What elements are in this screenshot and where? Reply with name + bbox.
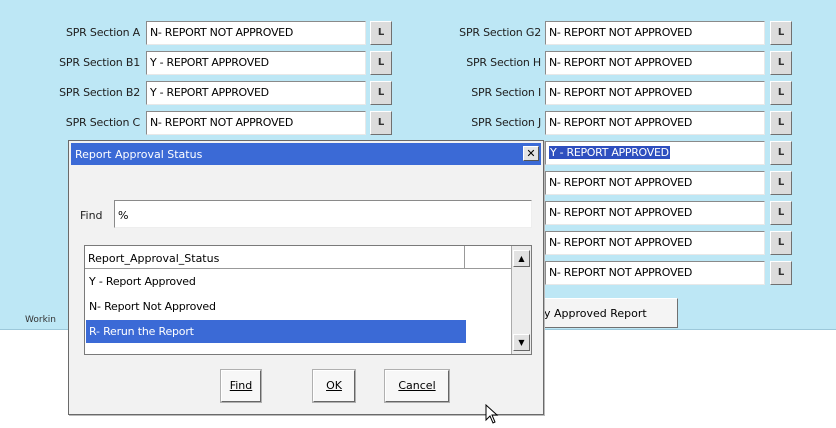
find-input[interactable]: % xyxy=(114,200,532,228)
scroll-up-icon[interactable]: ▲ xyxy=(513,250,530,267)
list-item[interactable]: Y - Report Approved xyxy=(86,270,466,293)
approved-report-button[interactable]: y Approved Report xyxy=(530,298,678,328)
cancel-button[interactable]: Cancel xyxy=(384,369,450,403)
right-section-row: SPR Section H N- REPORT NOT APPROVED L xyxy=(0,51,836,75)
right-section-status-value: N- REPORT NOT APPROVED xyxy=(549,56,692,69)
right-section-label: SPR Section J xyxy=(471,116,541,129)
status-list: Report_Approval_Status Y - Report Approv… xyxy=(84,245,532,355)
find-label: Find xyxy=(80,209,103,222)
dialog-title-bar[interactable]: Report Approval Status ✕ xyxy=(71,143,541,165)
right-section-row: SPR Section I N- REPORT NOT APPROVED L xyxy=(0,81,836,105)
right-section-status-field[interactable]: N- REPORT NOT APPROVED xyxy=(545,201,765,225)
right-section-status-value: Y - REPORT APPROVED xyxy=(549,146,670,159)
ok-button[interactable]: OK xyxy=(312,369,356,403)
right-section-lov-button[interactable]: L xyxy=(770,141,792,165)
right-section-lov-button[interactable]: L xyxy=(770,201,792,225)
right-section-label: SPR Section G2 xyxy=(459,26,541,39)
right-section-status-field[interactable]: N- REPORT NOT APPROVED xyxy=(545,21,765,45)
right-section-row: SPR Section J N- REPORT NOT APPROVED L xyxy=(0,111,836,135)
right-section-status-value: N- REPORT NOT APPROVED xyxy=(549,116,692,129)
right-section-status-field[interactable]: N- REPORT NOT APPROVED xyxy=(545,231,765,255)
right-section-status-value: N- REPORT NOT APPROVED xyxy=(549,206,692,219)
mouse-pointer-icon xyxy=(485,404,499,424)
right-section-status-value: N- REPORT NOT APPROVED xyxy=(549,26,692,39)
right-section-lov-button[interactable]: L xyxy=(770,231,792,255)
right-section-lov-button[interactable]: L xyxy=(770,261,792,285)
close-icon[interactable]: ✕ xyxy=(523,146,539,161)
right-section-lov-button[interactable]: L xyxy=(770,21,792,45)
footer-label: Workin xyxy=(25,315,56,325)
scroll-down-icon[interactable]: ▼ xyxy=(513,334,530,351)
right-section-lov-button[interactable]: L xyxy=(770,171,792,195)
right-section-status-field[interactable]: N- REPORT NOT APPROVED xyxy=(545,111,765,135)
list-scrollbar[interactable]: ▲ ▼ xyxy=(511,246,531,354)
right-section-status-value: N- REPORT NOT APPROVED xyxy=(549,176,692,189)
column-header: Report_Approval_Status xyxy=(85,246,465,269)
right-section-status-value: N- REPORT NOT APPROVED xyxy=(549,266,692,279)
right-section-status-field[interactable]: Y - REPORT APPROVED xyxy=(545,141,765,165)
right-section-lov-button[interactable]: L xyxy=(770,81,792,105)
find-button[interactable]: Find xyxy=(220,369,262,403)
list-item[interactable]: R- Rerun the Report xyxy=(86,320,466,343)
list-item[interactable]: N- Report Not Approved xyxy=(86,295,466,318)
right-section-status-field[interactable]: N- REPORT NOT APPROVED xyxy=(545,51,765,75)
right-section-label: SPR Section H xyxy=(466,56,541,69)
right-section-lov-button[interactable]: L xyxy=(770,51,792,75)
right-section-status-field[interactable]: N- REPORT NOT APPROVED xyxy=(545,81,765,105)
right-section-status-field[interactable]: N- REPORT NOT APPROVED xyxy=(545,261,765,285)
right-section-row: SPR Section G2 N- REPORT NOT APPROVED L xyxy=(0,21,836,45)
report-approval-status-dialog: Report Approval Status ✕ Find % Report_A… xyxy=(68,140,544,415)
dialog-title: Report Approval Status xyxy=(75,148,203,161)
column-header-spacer xyxy=(465,246,511,269)
right-section-status-value: N- REPORT NOT APPROVED xyxy=(549,236,692,249)
right-section-lov-button[interactable]: L xyxy=(770,111,792,135)
right-section-status-value: N- REPORT NOT APPROVED xyxy=(549,86,692,99)
right-section-label: SPR Section I xyxy=(471,86,541,99)
right-section-status-field[interactable]: N- REPORT NOT APPROVED xyxy=(545,171,765,195)
